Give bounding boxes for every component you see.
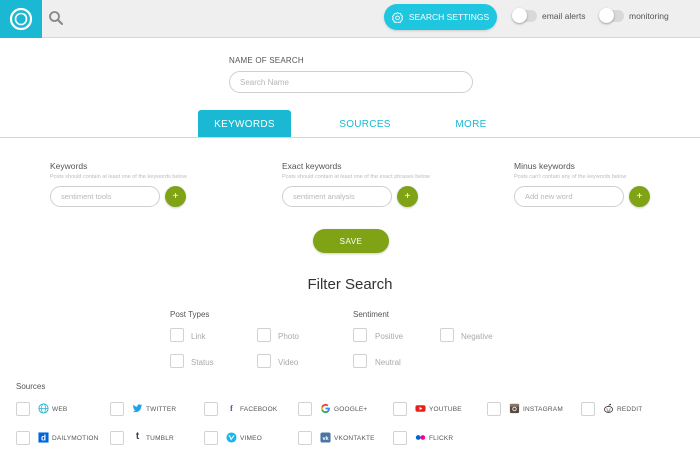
source-dailymotion-label: DAILYMOTION [52,435,99,442]
add-keyword-button[interactable]: + [165,186,186,207]
sentiment-positive-label: Positive [375,332,404,341]
email-alerts-label: email alerts [542,11,586,21]
search-settings-button[interactable]: SEARCH SETTINGS [384,4,497,30]
post-type-video-label: Video [278,358,299,367]
source-tumblr-label: TUMBLR [146,435,174,442]
post-type-photo-checkbox[interactable] [257,328,271,342]
search-settings-label: SEARCH SETTINGS [408,12,490,22]
source-dailymotion-checkbox[interactable] [16,431,30,445]
google-icon [320,403,330,414]
svg-text:vk: vk [322,436,329,442]
tab-keywords[interactable]: KEYWORDS [198,110,291,138]
top-bar: SEARCH SETTINGS email alerts monitoring [0,0,700,38]
source-instagram-label: INSTAGRAM [523,406,563,413]
source-vimeo-label: VIMEO [240,435,262,442]
twitter-icon [132,404,143,413]
app-logo[interactable] [0,0,42,38]
search-icon[interactable] [48,10,64,26]
source-google-checkbox[interactable] [298,402,312,416]
source-youtube-checkbox[interactable] [393,402,407,416]
filter-search-title: Filter Search [307,276,393,293]
source-facebook-label: FACEBOOK [240,406,278,413]
logo-icon [9,7,33,31]
vimeo-icon [226,432,237,443]
source-web-checkbox[interactable] [16,402,30,416]
globe-icon [38,403,49,414]
minus-keywords-input[interactable] [514,186,624,207]
search-name-input[interactable] [229,71,473,93]
flickr-icon [415,435,426,440]
source-reddit-label: REDDIT [617,406,643,413]
post-types-label: Post Types [170,310,210,319]
source-web-label: WEB [52,406,68,413]
post-type-link-label: Link [191,332,206,341]
source-youtube-label: YOUTUBE [429,406,462,413]
sentiment-negative-label: Negative [461,332,493,341]
facebook-icon: f [230,404,233,413]
post-type-status-checkbox[interactable] [170,354,184,368]
minus-keywords-hint: Posts can't contain any of the keywords … [514,174,627,180]
instagram-icon [509,403,520,414]
exact-keywords-hint: Posts should contain at least one of the… [282,174,430,180]
email-alerts-toggle[interactable] [512,8,537,23]
exact-keywords-title: Exact keywords [282,161,342,171]
source-vimeo-checkbox[interactable] [204,431,218,445]
tab-sources[interactable]: SOURCES [320,110,410,138]
source-tumblr-checkbox[interactable] [110,431,124,445]
sentiment-label: Sentiment [353,310,390,319]
source-flickr-checkbox[interactable] [393,431,407,445]
source-flickr-label: FLICKR [429,435,454,442]
tumblr-icon: t [135,431,140,442]
add-minus-keyword-button[interactable]: + [629,186,650,207]
tab-more[interactable]: MORE [430,110,512,138]
vk-icon: vk [320,432,331,443]
sentiment-neutral-label: Neutral [375,358,401,367]
tabs-divider [0,137,700,138]
add-exact-keyword-button[interactable]: + [397,186,418,207]
minus-keywords-title: Minus keywords [514,161,575,171]
source-google-label: GOOGLE+ [334,406,368,413]
dailymotion-icon: d [38,432,49,443]
gear-icon [391,11,403,23]
source-vkontakte-label: VKONTAKTE [334,435,375,442]
source-twitter-checkbox[interactable] [110,402,124,416]
reddit-icon [603,403,614,413]
youtube-icon [415,405,426,412]
save-button[interactable]: SAVE [313,229,389,253]
sentiment-neutral-checkbox[interactable] [353,354,367,368]
keywords-hint: Posts should contain at least one of the… [50,174,187,180]
name-of-search-label: NAME OF SEARCH [229,56,304,65]
monitoring-label: monitoring [629,11,669,21]
post-type-video-checkbox[interactable] [257,354,271,368]
exact-keywords-input[interactable] [282,186,392,207]
source-reddit-checkbox[interactable] [581,402,595,416]
monitoring-toggle[interactable] [599,8,624,23]
post-type-photo-label: Photo [278,332,299,341]
svg-text:d: d [41,434,46,443]
keywords-title: Keywords [50,161,88,171]
source-twitter-label: TWITTER [146,406,177,413]
sentiment-positive-checkbox[interactable] [353,328,367,342]
sources-label: Sources [16,382,46,391]
keywords-input[interactable] [50,186,160,207]
source-facebook-checkbox[interactable] [204,402,218,416]
source-vkontakte-checkbox[interactable] [298,431,312,445]
source-instagram-checkbox[interactable] [487,402,501,416]
sentiment-negative-checkbox[interactable] [440,328,454,342]
post-type-link-checkbox[interactable] [170,328,184,342]
post-type-status-label: Status [191,358,214,367]
